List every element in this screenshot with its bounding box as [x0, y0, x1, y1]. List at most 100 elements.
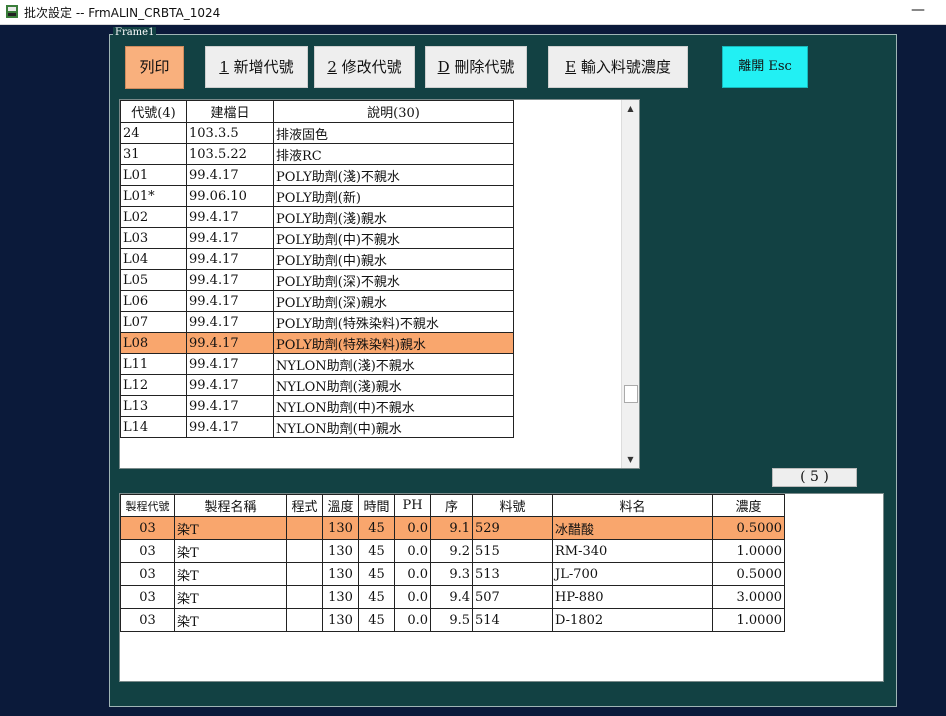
header-item-number[interactable]: 料號	[472, 494, 553, 517]
cell-code: L12	[120, 374, 187, 396]
cell-description: NYLON助劑(淺)不親水	[273, 353, 514, 375]
enter-concentration-button[interactable]: E 輸入料號濃度	[548, 46, 688, 88]
cell-date: 99.4.17	[186, 395, 274, 417]
app-icon	[6, 5, 18, 18]
cell-item-name: RM-340	[552, 539, 713, 563]
code-table-row[interactable]: L02 99.4.17 POLY助劑(淺)親水	[120, 206, 514, 228]
code-list-scrollbar[interactable]: ▲ ▼	[621, 100, 639, 468]
cell-code: 31	[120, 143, 187, 165]
cell-code: L07	[120, 311, 187, 333]
code-table-row[interactable]: L12 99.4.17 NYLON助劑(淺)親水	[120, 374, 514, 396]
cell-code: L05	[120, 269, 187, 291]
minimize-button[interactable]: —	[898, 0, 938, 24]
cell-process-name: 染T	[174, 585, 287, 609]
code-list-panel[interactable]: 代號(4) 建檔日 說明(30) 24 103.3.5 排液固色 31 103.5.22…	[119, 99, 640, 469]
cell-ph: 0.0	[394, 516, 431, 540]
cell-item-number: 513	[472, 562, 553, 586]
cell-item-name: HP-880	[552, 585, 713, 609]
header-temperature[interactable]: 溫度	[322, 494, 359, 517]
code-table-row[interactable]: 24 103.3.5 排液固色	[120, 122, 514, 144]
header-description[interactable]: 說明(30)	[273, 100, 514, 123]
cell-description: POLY助劑(中)親水	[273, 248, 514, 270]
edit-code-label: 修改代號	[336, 58, 402, 76]
scroll-up-arrow-icon[interactable]: ▲	[622, 100, 639, 117]
steps-table-header: 製程代號 製程名稱 程式 溫度 時間 PH 序 料號 料名 濃度	[120, 494, 785, 517]
process-step-row[interactable]: 03 染T 130 45 0.0 9.1 529 冰醋酸 0.5000	[120, 516, 785, 540]
cell-code: L04	[120, 248, 187, 270]
cell-sequence: 9.5	[430, 608, 473, 632]
cell-description: NYLON助劑(中)不親水	[273, 395, 514, 417]
header-date[interactable]: 建檔日	[186, 100, 274, 123]
exit-button[interactable]: 離開 Esc	[722, 46, 808, 88]
print-button[interactable]: 列印	[125, 46, 184, 89]
cell-description: NYLON助劑(中)親水	[273, 416, 514, 438]
cell-date: 103.3.5	[186, 122, 274, 144]
header-time[interactable]: 時間	[358, 494, 395, 517]
code-table-row[interactable]: 31 103.5.22 排液RC	[120, 143, 514, 165]
cell-description: POLY助劑(中)不親水	[273, 227, 514, 249]
print-button-label: 列印	[139, 58, 170, 76]
process-step-row[interactable]: 03 染T 130 45 0.0 9.2 515 RM-340 1.0000	[120, 539, 785, 563]
header-concentration[interactable]: 濃度	[712, 494, 785, 517]
cell-ph: 0.0	[394, 539, 431, 563]
cell-process-name: 染T	[174, 608, 287, 632]
code-table-row[interactable]: L07 99.4.17 POLY助劑(特殊染料)不親水	[120, 311, 514, 333]
cell-sequence: 9.4	[430, 585, 473, 609]
delete-code-button[interactable]: D 刪除代號	[425, 46, 527, 88]
header-code[interactable]: 代號(4)	[120, 100, 187, 123]
header-ph[interactable]: PH	[394, 494, 431, 517]
code-table-row[interactable]: L06 99.4.17 POLY助劑(深)親水	[120, 290, 514, 312]
cell-concentration: 1.0000	[712, 539, 785, 563]
process-step-row[interactable]: 03 染T 130 45 0.0 9.4 507 HP-880 3.0000	[120, 585, 785, 609]
header-sequence[interactable]: 序	[430, 494, 473, 517]
code-table-row[interactable]: L04 99.4.17 POLY助劑(中)親水	[120, 248, 514, 270]
header-item-name[interactable]: 料名	[552, 494, 713, 517]
edit-code-button[interactable]: 2 修改代號	[314, 46, 415, 88]
code-table-row[interactable]: L13 99.4.17 NYLON助劑(中)不親水	[120, 395, 514, 417]
cell-process-code: 03	[120, 516, 175, 540]
header-program[interactable]: 程式	[286, 494, 323, 517]
cell-code: L11	[120, 353, 187, 375]
cell-sequence: 9.2	[430, 539, 473, 563]
add-code-button[interactable]: 1 新增代號	[205, 46, 308, 88]
code-table-row[interactable]: L05 99.4.17 POLY助劑(深)不親水	[120, 269, 514, 291]
cell-ph: 0.0	[394, 585, 431, 609]
cell-sequence: 9.3	[430, 562, 473, 586]
cell-description: POLY助劑(淺)親水	[273, 206, 514, 228]
process-step-row[interactable]: 03 染T 130 45 0.0 9.3 513 JL-700 0.5000	[120, 562, 785, 586]
scroll-thumb[interactable]	[624, 385, 638, 403]
code-table-row[interactable]: L08 99.4.17 POLY助劑(特殊染料)親水	[120, 332, 514, 354]
cell-time: 45	[358, 608, 395, 632]
cell-code: L14	[120, 416, 187, 438]
cell-item-number: 515	[472, 539, 553, 563]
code-table-row[interactable]: L01 99.4.17 POLY助劑(淺)不親水	[120, 164, 514, 186]
cell-description: POLY助劑(特殊染料)親水	[273, 332, 514, 354]
code-table-row[interactable]: L14 99.4.17 NYLON助劑(中)親水	[120, 416, 514, 438]
process-steps-panel[interactable]: 製程代號 製程名稱 程式 溫度 時間 PH 序 料號 料名 濃度 03 染T 130…	[119, 493, 884, 682]
header-process-code[interactable]: 製程代號	[120, 494, 175, 517]
cell-process-code: 03	[120, 539, 175, 563]
process-steps-table: 製程代號 製程名稱 程式 溫度 時間 PH 序 料號 料名 濃度 03 染T 130…	[120, 494, 785, 632]
cell-description: 排液RC	[273, 143, 514, 165]
scroll-down-arrow-icon[interactable]: ▼	[622, 451, 639, 468]
cell-date: 99.4.17	[186, 269, 274, 291]
enter-concentration-hotkey: E	[565, 58, 577, 76]
cell-item-name: D-1802	[552, 608, 713, 632]
cell-process-name: 染T	[174, 539, 287, 563]
cell-program	[286, 516, 323, 540]
add-code-hotkey: 1	[219, 58, 229, 76]
header-process-name[interactable]: 製程名稱	[174, 494, 287, 517]
code-table-row[interactable]: L03 99.4.17 POLY助劑(中)不親水	[120, 227, 514, 249]
cell-date: 99.4.17	[186, 164, 274, 186]
cell-date: 99.4.17	[186, 416, 274, 438]
cell-temperature: 130	[322, 516, 359, 540]
cell-date: 99.06.10	[186, 185, 274, 207]
cell-time: 45	[358, 539, 395, 563]
delete-code-hotkey: D	[437, 58, 450, 76]
code-table-row[interactable]: L11 99.4.17 NYLON助劑(淺)不親水	[120, 353, 514, 375]
cell-concentration: 1.0000	[712, 608, 785, 632]
cell-code: L13	[120, 395, 187, 417]
code-table-row[interactable]: L01* 99.06.10 POLY助劑(新)	[120, 185, 514, 207]
process-step-row[interactable]: 03 染T 130 45 0.0 9.5 514 D-1802 1.0000	[120, 608, 785, 632]
cell-concentration: 0.5000	[712, 562, 785, 586]
